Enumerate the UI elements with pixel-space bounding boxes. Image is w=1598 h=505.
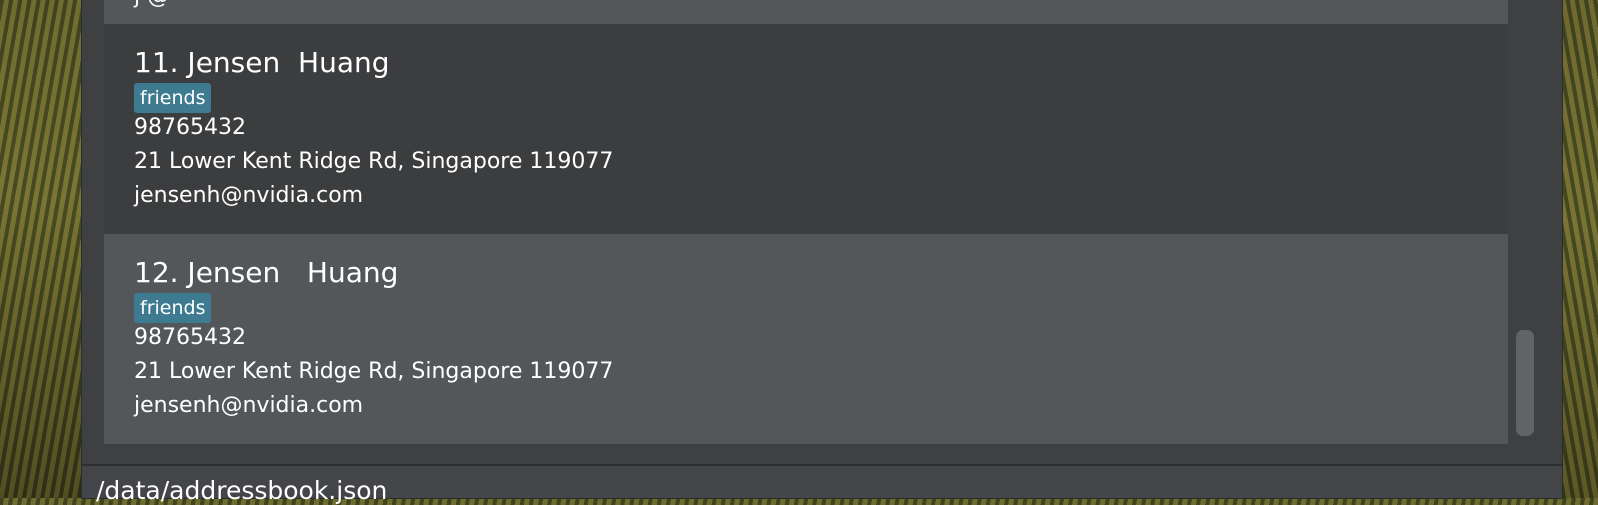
tag-badge: friends — [134, 293, 212, 323]
person-list-panel[interactable]: j @ 11. Jensen Huang friends 98765432 21… — [104, 0, 1508, 444]
person-phone: 98765432 — [134, 325, 246, 350]
person-name: 11. Jensen Huang — [134, 46, 390, 79]
person-address: 21 Lower Kent Ridge Rd, Singapore 119077 — [134, 149, 614, 174]
save-location-path: /data/addressbook.json — [96, 476, 388, 505]
person-email: jensenh@nvidia.com — [134, 393, 364, 418]
person-phone: 98765432 — [134, 115, 246, 140]
status-bar-footer: /data/addressbook.json — [82, 466, 1562, 505]
person-name: 12. Jensen Huang — [134, 256, 399, 289]
scrollbar-thumb[interactable] — [1516, 330, 1534, 436]
clipped-email: j @ — [134, 0, 169, 9]
person-card-partial[interactable]: j @ — [104, 0, 1508, 24]
tag-badge: friends — [134, 83, 212, 113]
list-scrollbar[interactable] — [1512, 0, 1536, 444]
desktop-wallpaper — [1562, 0, 1598, 498]
person-card[interactable]: 11. Jensen Huang friends 98765432 21 Low… — [104, 24, 1508, 234]
person-address: 21 Lower Kent Ridge Rd, Singapore 119077 — [134, 359, 614, 384]
person-email: jensenh@nvidia.com — [134, 183, 364, 208]
person-card[interactable]: 12. Jensen Huang friends 98765432 21 Low… — [104, 234, 1508, 444]
address-book-window: j @ 11. Jensen Huang friends 98765432 21… — [82, 0, 1562, 505]
